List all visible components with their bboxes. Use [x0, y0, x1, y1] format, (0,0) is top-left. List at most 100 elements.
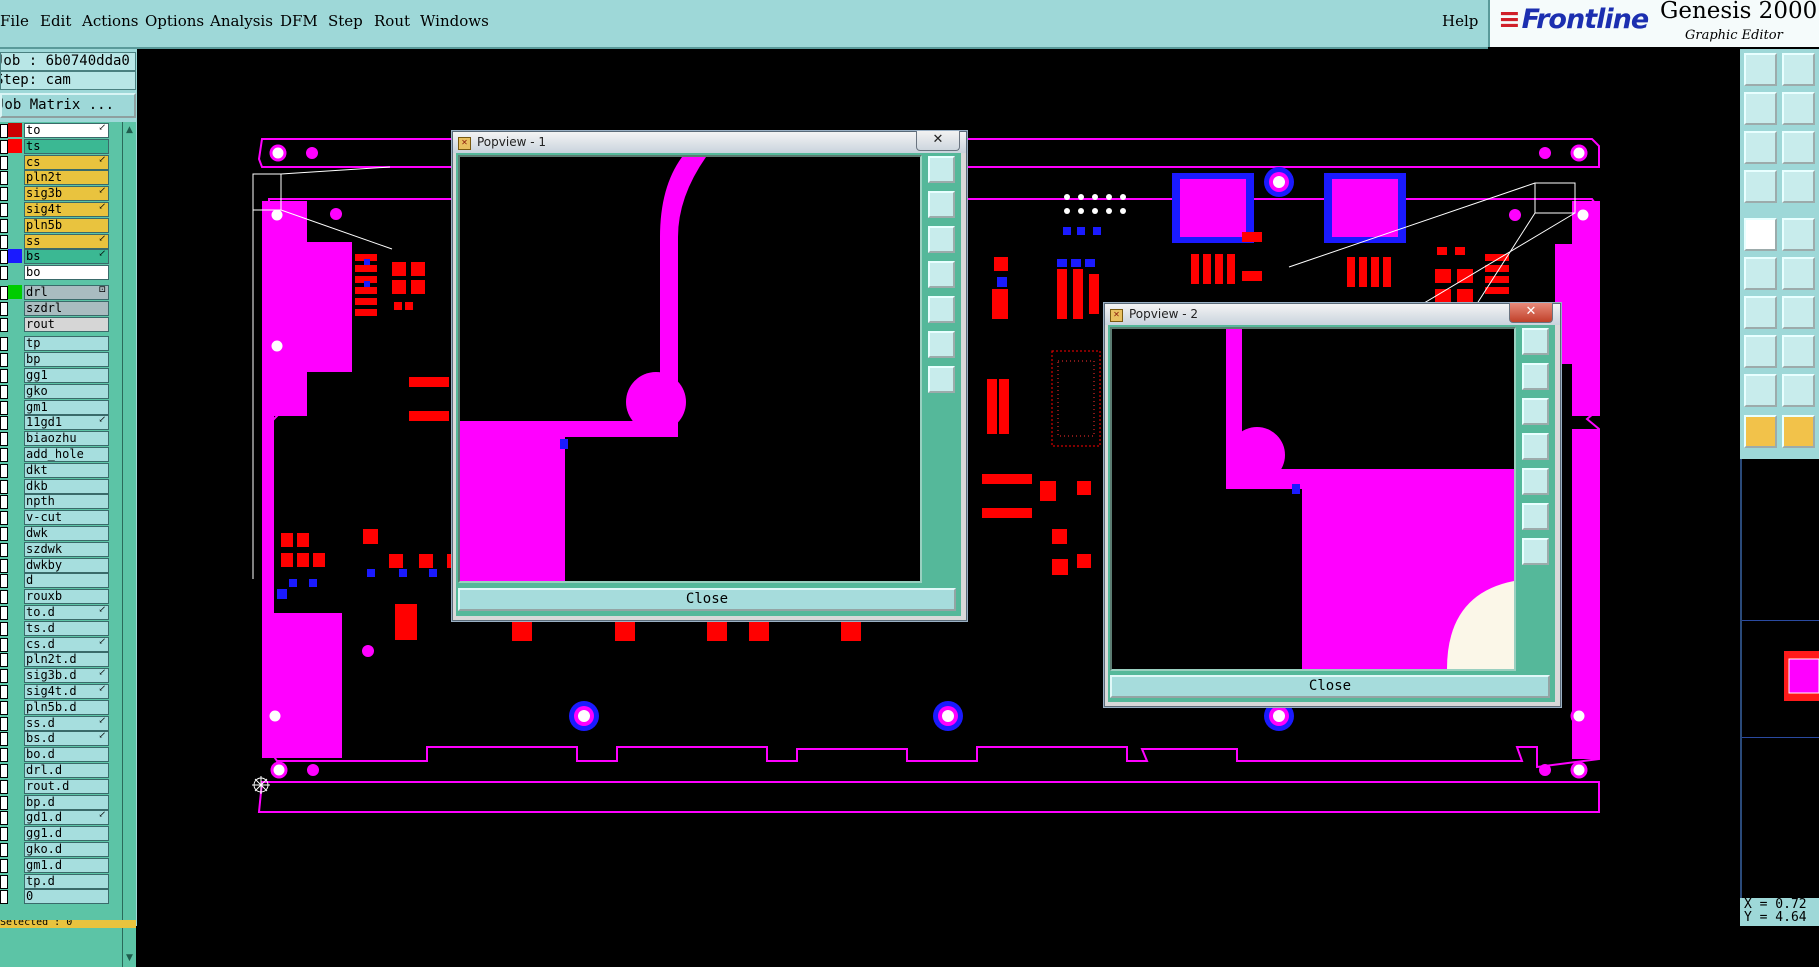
layer-row[interactable]: tp.d [0, 873, 109, 889]
layer-checkbox[interactable] [0, 621, 8, 636]
layer-color-swatch[interactable] [8, 637, 22, 651]
layer-color-swatch[interactable] [8, 265, 22, 279]
line-red-icon[interactable] [1782, 218, 1815, 251]
layer-row[interactable]: gm1.d [0, 857, 109, 873]
popview-2-titlebar[interactable]: ✕ Popview - 2 [1105, 304, 1560, 325]
layer-color-swatch[interactable] [8, 842, 22, 856]
layer-name[interactable]: 0 [24, 889, 109, 905]
layer-color-swatch[interactable] [8, 889, 22, 903]
layer-color-swatch[interactable] [8, 605, 22, 619]
zoom-home-icon[interactable] [1522, 328, 1549, 355]
layer-color-swatch[interactable] [8, 218, 22, 232]
layer-checkbox[interactable] [0, 384, 8, 399]
layer-checkbox[interactable] [0, 637, 8, 652]
layer-color-swatch[interactable] [8, 317, 22, 331]
layer-row[interactable]: drl.d [0, 763, 109, 778]
layer-row[interactable]: rout.d [0, 778, 109, 794]
layer-row[interactable]: gko [0, 383, 109, 399]
layer-name[interactable]: add_hole [24, 447, 109, 462]
layer-row[interactable]: pln2t.d [0, 652, 109, 668]
layer-color-swatch[interactable] [8, 621, 22, 635]
layer-checkbox[interactable] [0, 795, 8, 810]
layer-checkbox[interactable] [0, 843, 8, 857]
layer-name[interactable]: gd1.d [24, 810, 109, 826]
layer-checkbox[interactable] [0, 590, 8, 605]
move-left-icon[interactable] [1744, 92, 1777, 125]
pan-up-icon[interactable] [928, 191, 955, 218]
layer-color-swatch[interactable] [8, 155, 22, 169]
menu-actions[interactable]: Actions [82, 12, 138, 30]
layer-name[interactable]: d [24, 573, 109, 589]
connect-icon[interactable] [1744, 257, 1777, 290]
menu-edit[interactable]: Edit [40, 12, 71, 30]
layer-color-swatch[interactable] [8, 810, 22, 824]
layer-checkbox[interactable] [0, 732, 8, 747]
layer-name[interactable]: drl [24, 285, 109, 300]
select-box-icon[interactable] [1744, 335, 1777, 368]
layer-checkbox[interactable] [0, 527, 8, 541]
measure-icon[interactable] [1782, 170, 1815, 203]
layer-color-swatch[interactable] [8, 573, 22, 587]
pan-down-icon[interactable] [928, 226, 955, 253]
menu-help[interactable]: Help [1442, 12, 1478, 30]
zoom-fit-icon[interactable] [1744, 131, 1777, 164]
popview-1-titlebar[interactable]: ✕ Popview - 1 [453, 132, 966, 153]
layer-scrollbar[interactable]: ▲ ▼ [122, 122, 136, 967]
layer-name[interactable]: sig3b.d [24, 668, 109, 684]
layer-checkbox[interactable] [0, 874, 8, 889]
layer-row[interactable]: drl ⊡ [0, 285, 109, 300]
layer-checkbox[interactable] [0, 250, 8, 265]
layer-color-swatch[interactable] [8, 589, 22, 603]
layer-color-swatch[interactable] [8, 747, 22, 761]
layer-checkbox[interactable] [0, 890, 8, 905]
layer-checkbox[interactable] [0, 463, 8, 478]
menu-file[interactable]: File [0, 12, 29, 30]
pan-down-icon[interactable] [1522, 398, 1549, 425]
angle-icon[interactable] [1782, 374, 1815, 407]
layer-checkbox[interactable] [0, 764, 8, 778]
layer-row[interactable]: ts.d [0, 620, 109, 636]
layer-row[interactable]: gg1 [0, 368, 109, 383]
layer-checkbox[interactable] [0, 218, 8, 233]
layer-name[interactable]: bs.d [24, 731, 109, 747]
layer-name[interactable]: sig4t.d [24, 684, 109, 699]
layer-checkbox[interactable] [0, 653, 8, 668]
menu-step[interactable]: Step [328, 12, 363, 30]
layer-row[interactable]: biaozhu [0, 431, 109, 447]
pointer-icon[interactable] [1744, 415, 1777, 448]
layer-row[interactable]: npth [0, 494, 109, 510]
layer-color-swatch[interactable] [8, 779, 22, 793]
zoom-in-icon[interactable] [928, 331, 955, 358]
layer-checkbox[interactable] [0, 779, 8, 794]
layer-row[interactable]: gd1.d ↙ [0, 810, 109, 826]
layer-row[interactable]: v-cut [0, 510, 109, 526]
layer-checkbox[interactable] [0, 369, 8, 383]
layer-name[interactable]: pln5b.d [24, 699, 109, 715]
move-down-icon[interactable] [1782, 53, 1815, 86]
layer-color-swatch[interactable] [8, 479, 22, 493]
layer-color-swatch[interactable] [8, 123, 22, 137]
layer-name[interactable]: ts.d [24, 620, 109, 636]
layer-color-swatch[interactable] [8, 684, 22, 698]
layer-name[interactable]: bp [24, 352, 109, 368]
layer-name[interactable]: dwkby [24, 557, 109, 573]
layer-row[interactable]: bp.d [0, 794, 109, 810]
pan-left-icon[interactable] [928, 261, 955, 288]
layer-name[interactable]: szdwk [24, 541, 109, 557]
layer-checkbox[interactable] [0, 495, 8, 510]
layer-color-swatch[interactable] [8, 285, 22, 299]
layer-color-swatch[interactable] [8, 249, 22, 264]
layer-name[interactable]: gko.d [24, 842, 109, 857]
layer-color-swatch[interactable] [8, 826, 22, 840]
pan-left-icon[interactable] [1522, 433, 1549, 460]
triangle-icon[interactable] [1744, 374, 1777, 407]
layer-row[interactable]: sig3b.d ↙ [0, 668, 109, 684]
layer-checkbox[interactable] [0, 266, 8, 281]
scroll-down-icon[interactable]: ▼ [123, 952, 136, 964]
layer-row[interactable]: sig3b ↙ [0, 186, 109, 202]
layer-name[interactable]: tp.d [24, 873, 109, 889]
layer-color-swatch[interactable] [8, 558, 22, 572]
pad-icon[interactable] [1744, 218, 1777, 251]
popview-2-viewport[interactable] [1110, 327, 1516, 671]
layer-name[interactable]: gg1.d [24, 826, 109, 842]
